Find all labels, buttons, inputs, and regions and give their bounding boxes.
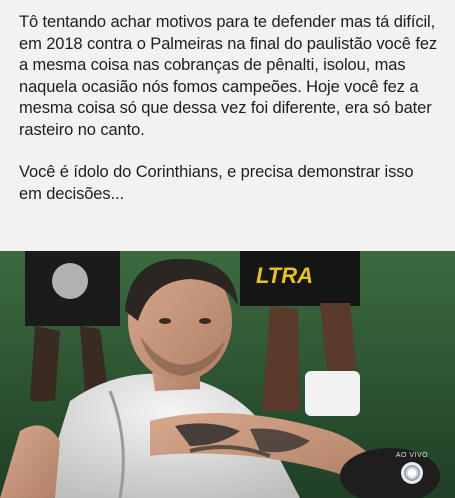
- sponsor-text: LTRA: [256, 263, 313, 288]
- post-paragraph-1: Tô tentando achar motivos para te defend…: [19, 13, 438, 139]
- post-text: Tô tentando achar motivos para te defend…: [19, 12, 439, 205]
- live-badge: AO VIVO: [395, 452, 429, 459]
- photo-scene: LTRA: [0, 251, 455, 498]
- post-photo[interactable]: LTRA AO VIVO: [0, 251, 455, 498]
- broadcaster-watermark: AO VIVO: [395, 452, 429, 492]
- sponsor-logo: LTRA: [256, 263, 313, 288]
- post-paragraph-2: Você é ídolo do Corinthians, e precisa d…: [19, 163, 414, 203]
- facebook-post: Tô tentando achar motivos para te defend…: [0, 0, 455, 498]
- globo-logo-icon: [401, 462, 423, 484]
